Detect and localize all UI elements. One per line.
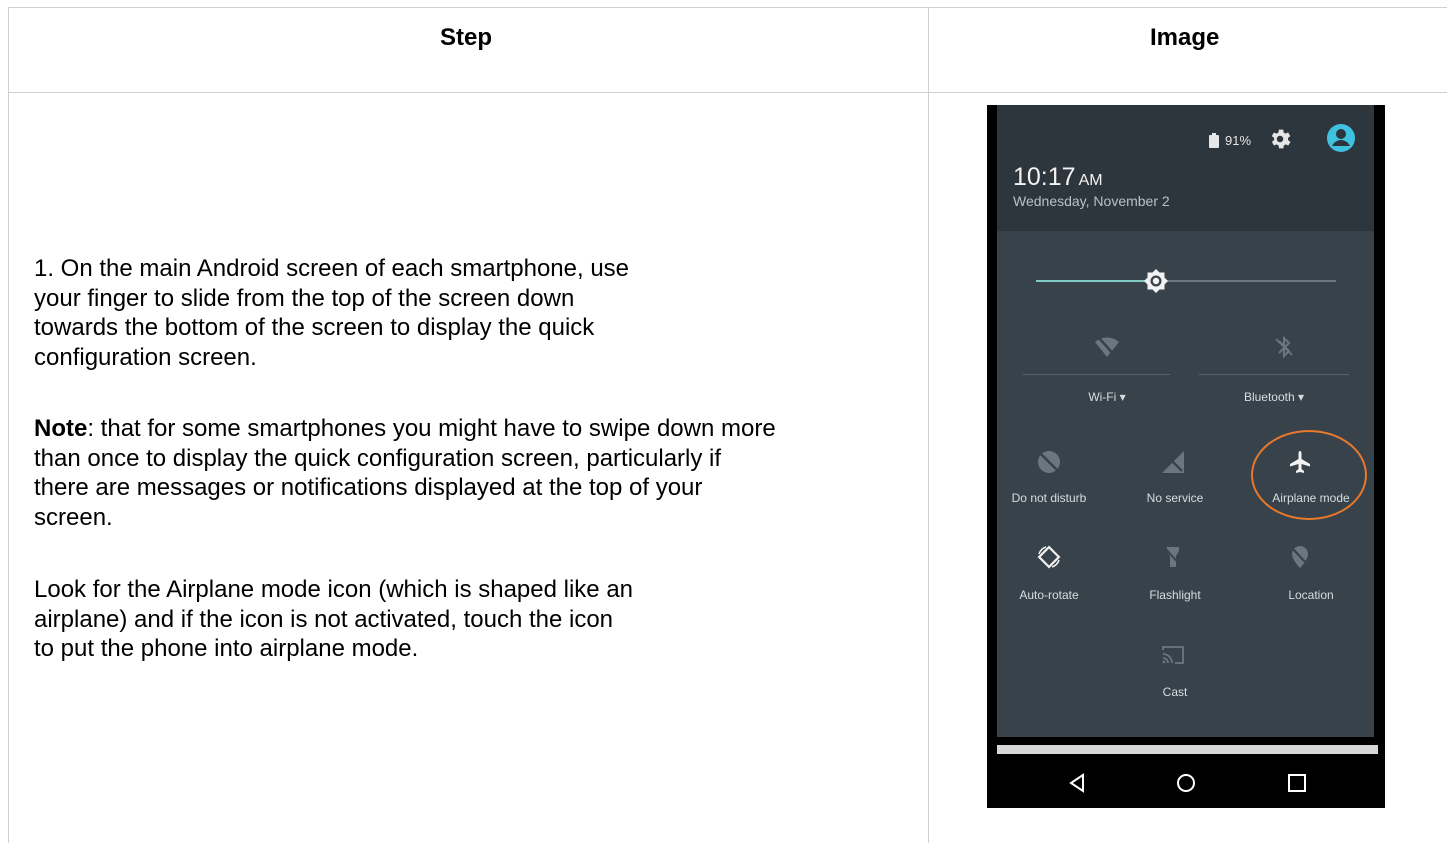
chevron-down-icon: ▾ (1119, 390, 1126, 404)
chevron-down-icon: ▾ (1298, 390, 1305, 404)
time-value: 10:17 (1013, 163, 1076, 191)
do-not-disturb-label: Do not disturb (1011, 491, 1087, 505)
phone-screenshot: 91% 10:17 AM Wednesday, November 2 Wi-Fi… (987, 105, 1385, 808)
recents-icon[interactable] (1286, 772, 1308, 794)
flashlight-label: Flashlight (1149, 588, 1201, 602)
step-line: there are messages or notifications disp… (34, 474, 703, 501)
bluetooth-off-icon[interactable] (1270, 333, 1298, 361)
step-line: than once to display the quick configura… (34, 444, 722, 472)
no-service-icon[interactable] (1159, 448, 1187, 476)
step-paragraph-note: Note: that for some smartphones you migh… (34, 414, 776, 532)
cast-label: Cast (1162, 685, 1188, 699)
location-label: Location (1288, 588, 1334, 602)
note-first-line: Note: that for some smartphones you migh… (34, 414, 776, 444)
battery-icon (1209, 133, 1219, 148)
clock-date: Wednesday, November 2 (1013, 193, 1170, 209)
note-first-line-text: : that for some smartphones you might ha… (87, 415, 776, 442)
step-line: 1. On the main Android screen of each sm… (34, 255, 630, 282)
bluetooth-text: Bluetooth (1243, 390, 1295, 404)
note-label: Note (34, 415, 88, 442)
no-service-label: No service (1146, 491, 1204, 505)
auto-rotate-icon[interactable] (1035, 543, 1063, 571)
clock-time: 10:17 AM (1013, 163, 1103, 192)
column-header-image: Image (1150, 24, 1220, 51)
step-line: towards the bottom of the screen to disp… (34, 314, 595, 341)
auto-rotate-label: Auto-rotate (1019, 588, 1079, 602)
wifi-divider (1023, 374, 1170, 375)
time-ampm: AM (1078, 172, 1103, 189)
cast-icon[interactable] (1159, 641, 1187, 669)
home-icon[interactable] (1175, 772, 1197, 794)
step-line: to put the phone into airplane mode. (34, 635, 419, 662)
quick-settings-panel: 91% 10:17 AM Wednesday, November 2 Wi-Fi… (997, 105, 1374, 737)
step-paragraph-3: Look for the Airplane mode icon (which i… (34, 575, 633, 664)
battery-percent: 91% (1225, 133, 1252, 148)
column-header-step: Step (440, 24, 493, 51)
user-avatar-icon[interactable] (1326, 123, 1356, 153)
bluetooth-divider (1199, 374, 1349, 375)
shade-handle-bar[interactable] (997, 745, 1378, 754)
brightness-icon[interactable] (1143, 268, 1169, 294)
wifi-text: Wi-Fi (1088, 390, 1117, 404)
column-divider (928, 7, 929, 843)
step-line: airplane) and if the icon is not activat… (34, 605, 614, 633)
back-icon[interactable] (1066, 772, 1088, 794)
step-line: configuration screen. (34, 343, 257, 371)
wifi-off-icon[interactable] (1093, 333, 1121, 361)
gear-icon[interactable] (1267, 126, 1293, 152)
step-line: screen. (34, 503, 113, 531)
step-line: Look for the Airplane mode icon (which i… (34, 576, 634, 603)
flashlight-icon[interactable] (1159, 543, 1187, 571)
bluetooth-label[interactable]: Bluetooth ▾ (1224, 390, 1324, 404)
airplane-mode-highlight-circle (1251, 430, 1367, 520)
header-divider (8, 92, 1447, 93)
brightness-slider-fill (1036, 280, 1154, 282)
wifi-label[interactable]: Wi-Fi ▾ (1057, 390, 1157, 404)
step-line: your finger to slide from the top of the… (34, 284, 575, 312)
location-off-icon[interactable] (1286, 543, 1314, 571)
step-paragraph-1: 1. On the main Android screen of each sm… (34, 254, 629, 372)
do-not-disturb-icon[interactable] (1035, 448, 1063, 476)
